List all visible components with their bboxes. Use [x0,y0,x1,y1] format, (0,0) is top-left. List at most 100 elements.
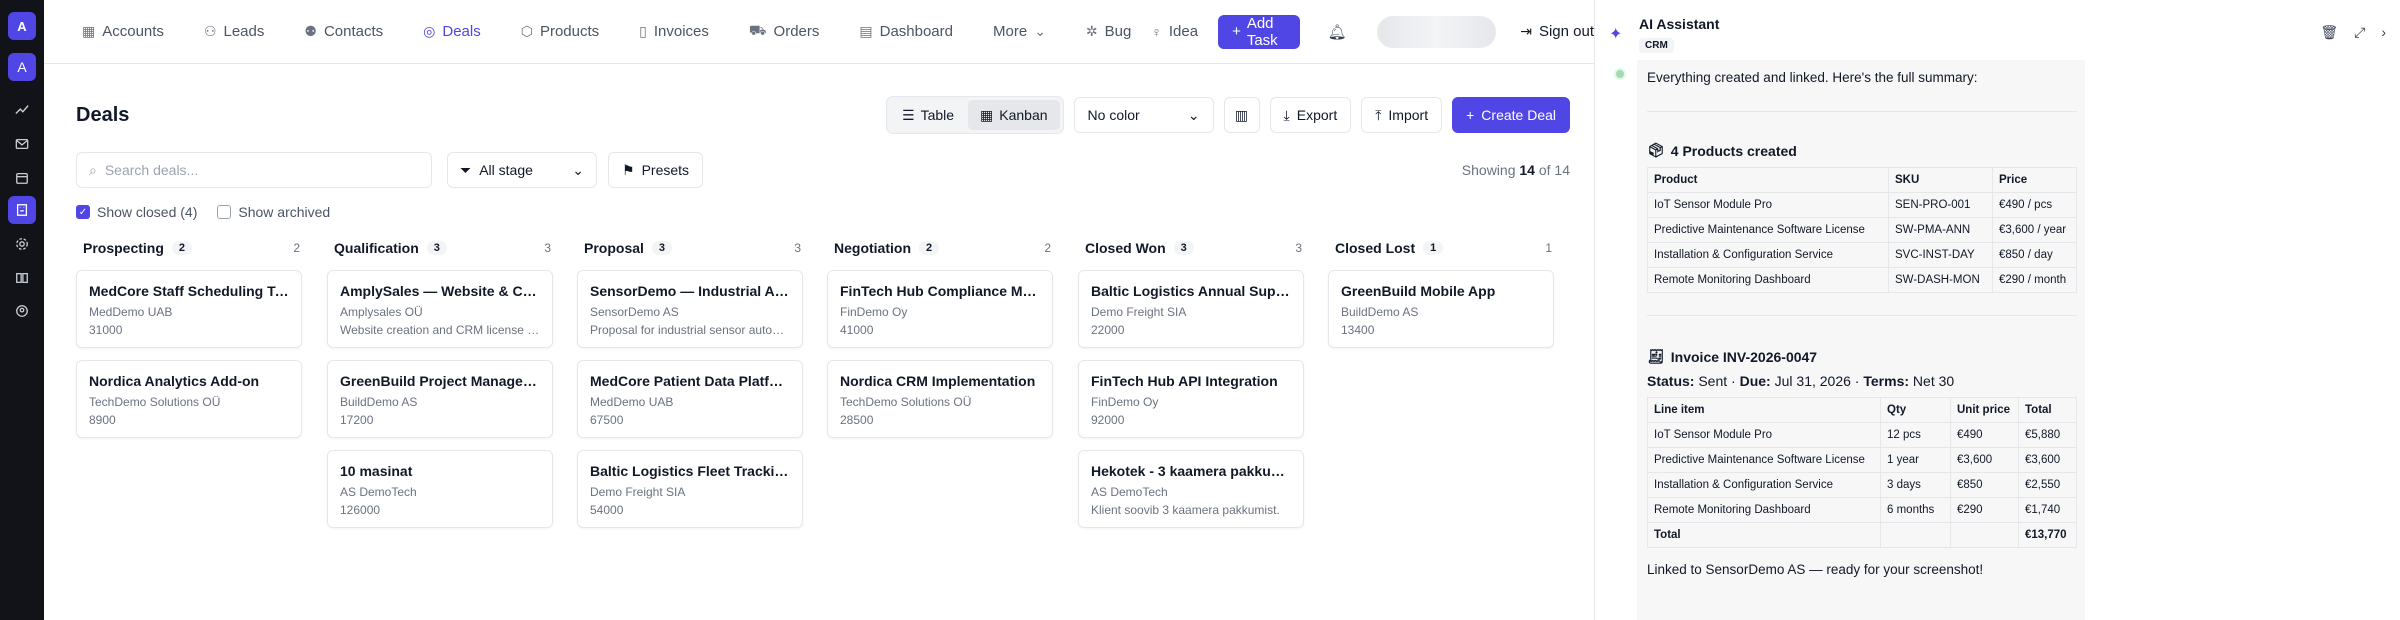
user-menu[interactable] [1376,15,1497,48]
nav-leads[interactable]: ⚇ Leads [204,23,264,40]
deal-title: Baltic Logistics Fleet Tracking [590,463,790,479]
color-select[interactable]: No color ⌄ [1073,97,1214,133]
nav-contacts[interactable]: ⚉ Contacts [304,23,383,40]
table-row: Remote Monitoring Dashboard 6 months €290 €… [1647,497,2077,523]
nav-products[interactable]: ⬡ Products [521,23,599,40]
deal-title: Nordica CRM Implementation [840,373,1036,389]
table-header-row: Line item Qty Unit price Total [1647,397,2077,423]
deal-value: 54000 [590,503,624,517]
expand-icon[interactable]: ⤢ [2354,24,2365,41]
view-toggle: ☰ Table ▦ Kanban [886,96,1064,134]
grid-icon: ▦ [980,106,994,123]
download-icon: ⤓ [1283,106,1290,123]
receipt-icon: 🧾︎ [1647,348,1665,364]
sign-out-button[interactable]: ⇥ Sign out [1520,23,1594,40]
deal-card[interactable]: Baltic Logistics Fleet Tracking Demo Frei… [577,450,803,528]
calendar-icon[interactable] [8,164,36,192]
deal-card[interactable]: GreenBuild Project Management Suite Build… [327,360,553,438]
deal-company: FinDemo Oy [840,305,908,319]
nav-accounts[interactable]: ▦ Accounts [82,23,164,40]
column-title: Closed Won [1085,240,1166,256]
chevron-right-icon[interactable]: › [2381,24,2386,41]
nav-deals[interactable]: ◎ Deals [423,23,481,40]
heading-text: 4 Products created [1670,142,1797,159]
terms-value: Net 30 [1912,373,1955,389]
idea-button[interactable]: ♀ Idea [1151,23,1198,40]
button-label: Table [920,107,955,123]
app-logo[interactable]: A [8,12,36,40]
deal-card[interactable]: SensorDemo — Industrial Automation Sensor… [577,270,803,348]
deal-title: AmplySales — Website & CRM Integration [340,283,540,299]
table-row: Predictive Maintenance Software License 1… [1647,447,2077,473]
deal-card[interactable]: Nordica Analytics Add-on TechDemo Solutio… [76,360,302,438]
showing-prefix: Showing [1461,162,1516,178]
nav-more[interactable]: More ⌄ [993,23,1046,40]
due-label: Due: [1739,373,1771,389]
mail-icon[interactable] [8,130,36,158]
deal-card[interactable]: MedCore Patient Data Platform MedDemo UAB… [577,360,803,438]
table-cell: €1,740 [2018,497,2077,523]
bell-icon[interactable]: 🔔︎ [1328,23,1347,41]
add-task-button[interactable]: + Add Task [1218,14,1300,49]
nav-label: Orders [773,23,820,40]
view-kanban-button[interactable]: ▦ Kanban [968,100,1060,130]
deal-card[interactable]: MedCore Staff Scheduling Tool MedDemo UAB… [76,270,302,348]
show-archived-checkbox[interactable]: Show archived [217,204,330,220]
deal-card[interactable]: FinTech Hub Compliance Module FinDemo Oy 4… [827,270,1053,348]
column-header: SKU [1888,167,1993,193]
show-closed-checkbox[interactable]: ✓ Show closed (4) [76,204,197,220]
columns-button[interactable]: ▥ [1223,97,1260,133]
view-table-button[interactable]: ☰ Table [890,100,966,130]
deal-company: MedDemo UAB [89,305,173,319]
select-value: No color [1087,107,1140,123]
nav-orders[interactable]: ⛟ Orders [749,22,819,41]
user-circle-icon[interactable] [8,297,36,325]
columns-icon: ▥ [1234,106,1249,123]
deal-card[interactable]: Nordica CRM Implementation TechDemo Solut… [827,360,1053,438]
plus-icon: + [1466,107,1475,123]
column-title: Qualification [334,240,419,256]
chart-icon[interactable] [8,96,36,124]
gear-icon[interactable] [8,230,36,258]
deal-card[interactable]: AmplySales — Website & CRM Integration Am… [327,270,553,348]
empty-cell [1880,522,1951,548]
chevron-down-icon: ⌄ [572,161,584,178]
nav-dashboard[interactable]: ▤ Dashboard [859,23,953,40]
search-input[interactable]: ⌕ Search deals... [76,152,432,188]
table-cell: SVC-INST-DAY [1888,242,1993,268]
column-header: Product [1647,167,1889,193]
kanban-column: Qualification 3 3 AmplySales — Website & CR… [327,238,553,528]
import-button[interactable]: ⤒ Import [1361,97,1443,133]
deal-card[interactable]: FinTech Hub API Integration FinDemo Oy 920… [1078,360,1304,438]
top-nav: ▦ Accounts ⚇ Leads ⚉ Contacts ◎ Deals ⬡ Produ… [44,0,1594,64]
deal-card[interactable]: GreenBuild Mobile App BuildDemo AS 13400 [1328,270,1554,348]
presets-button[interactable]: ⚑ Presets [608,152,704,188]
export-button[interactable]: ⤓ Export [1269,97,1352,133]
table-row: Remote Monitoring Dashboard SW-DASH-MON €2… [1647,267,2077,293]
plus-icon: + [1232,23,1241,40]
deal-card[interactable]: 10 masinat AS DemoTech 126000 [327,450,553,528]
chevron-down-icon: ⌄ [1034,23,1046,39]
book-icon[interactable] [8,264,36,292]
table-cell: €490 [1950,422,2019,448]
bug-button[interactable]: ✲ Bug [1086,23,1131,40]
filter-checkboxes: ✓ Show closed (4) Show archived [76,204,330,220]
deal-card[interactable]: Hekotek - 3 kaamera pakkumist AS DemoTech… [1078,450,1304,528]
deal-company: TechDemo Solutions OÜ [89,395,221,409]
nav-invoices[interactable]: ▯ Invoices [639,23,709,40]
deal-value: 31000 [89,323,123,337]
lightbulb-icon: ♀ [1151,23,1162,40]
workspace-avatar[interactable]: A [8,53,36,81]
deal-card[interactable]: Baltic Logistics Annual Support Demo Frei… [1078,270,1304,348]
create-deal-button[interactable]: + Create Deal [1452,97,1570,133]
status-value: Sent [1698,373,1728,389]
table-cell: 12 pcs [1880,422,1951,448]
trash-icon[interactable]: 🗑︎ [2320,24,2338,41]
nav-label: More [993,23,1028,40]
stage-filter[interactable]: ⏷ All stage ⌄ [447,152,597,188]
column-header: Total [2018,397,2077,423]
building-icon[interactable] [8,196,36,224]
showing-of: of [1538,162,1551,178]
button-label: Add Task [1246,14,1278,49]
deal-company: BuildDemo AS [340,395,418,409]
